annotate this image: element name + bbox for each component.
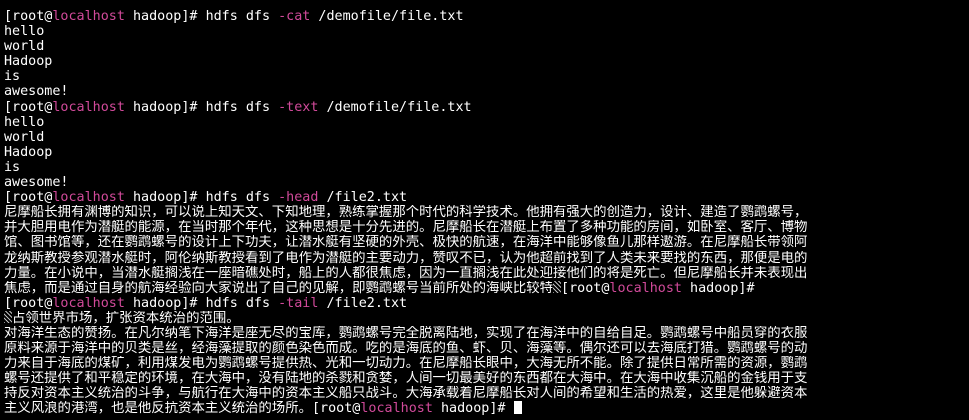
- output-text: 占领世界市场，扩张资本统治的范围。: [12, 310, 240, 326]
- prompt-open: [root@: [4, 190, 53, 206]
- command-text: hdfs dfs: [205, 9, 279, 24]
- output-line: 持反对资本主义统治的斗争，与航行在大海中的资本主义船只战斗。大海承载着尼摩船长对…: [4, 386, 808, 402]
- output-text: 焦虑，而是通过自身的航海经验向大家说出了自己的见解，即鹦鹉螺号当前所处的海峡比较…: [4, 280, 554, 296]
- output-line-with-prompt: 焦虑，而是通过自身的航海经验向大家说出了自己的见解，即鹦鹉螺号当前所处的海峡比较…: [4, 280, 969, 296]
- command-option: -cat: [278, 9, 311, 24]
- garbled-char-icon: [553, 280, 562, 293]
- output-line: awesome!: [4, 175, 69, 191]
- output-line: 并大胆用电作为潜艇的能源，在当时那个年代，这种思想是十分先进的。尼摩船长在潜艇上…: [4, 220, 808, 236]
- output-line: Hadoop: [4, 54, 53, 70]
- command-text: hdfs dfs: [205, 295, 279, 311]
- prompt-host: localhost: [52, 9, 125, 24]
- output-line: world: [4, 39, 45, 55]
- output-line: hello: [4, 24, 45, 40]
- prompt-host: localhost: [52, 190, 125, 206]
- output-line: is: [4, 159, 21, 175]
- prompt-open: [root@: [4, 295, 53, 311]
- output-line: 馆、图书馆等，还在鹦鹉螺号的设计上下功夫，让潜水艇有坚硬的外壳、极快的航速，在海…: [4, 235, 808, 251]
- prompt-line-head: [root@localhost hadoop]# hdfs dfs -head …: [4, 190, 969, 205]
- output-line: world: [4, 129, 45, 145]
- prompt-host: localhost: [360, 401, 433, 417]
- output-line: hello: [4, 114, 45, 130]
- prompt-open: [root@: [4, 9, 53, 24]
- output-line: 尼摩船长拥有渊博的知识，可以说上知天文、下知地理，熟练掌握那个时代的科学技术。他…: [4, 205, 808, 221]
- output-line: Hadoop: [4, 144, 53, 160]
- prompt-host: localhost: [52, 295, 125, 311]
- output-line: awesome!: [4, 84, 69, 100]
- prompt-line-cat: [root@localhost hadoop]# hdfs dfs -cat /…: [4, 9, 969, 24]
- prompt-open: [root@: [311, 401, 361, 417]
- prompt-line-text: [root@localhost hadoop]# hdfs dfs -text …: [4, 100, 969, 115]
- command-text: hdfs dfs: [205, 99, 279, 115]
- command-arg: /file2.txt: [318, 190, 408, 206]
- prompt-dir: hadoop]#: [124, 295, 206, 311]
- command-text: hdfs dfs: [205, 190, 279, 206]
- prompt-dir: hadoop]#: [124, 9, 206, 24]
- terminal-window[interactable]: [root@localhost hadoop]# hdfs dfs -cat /…: [0, 0, 969, 420]
- output-line-with-prompt: 主义风浪的港湾，也是他反抗资本主义统治的场所。[root@localhost h…: [4, 401, 969, 416]
- output-text: 主义风浪的港湾，也是他反抗资本主义统治的场所。: [4, 401, 312, 417]
- prompt-open: [root@: [4, 99, 53, 115]
- output-line: 力来自于海底的煤矿，利用煤发电为鹦鹉螺号提供热、光和一切动力。在尼摩船长眼中，大…: [4, 356, 808, 372]
- command-arg: /demofile/file.txt: [310, 9, 464, 24]
- output-line: is: [4, 69, 21, 85]
- output-line: 龙纳斯教授参观潜水艇时，阿伦纳斯教授看到了电作为潜艇的主要动力，赞叹不已，认为他…: [4, 250, 808, 266]
- command-option: -head: [278, 190, 319, 206]
- output-line: 对海洋生态的赞扬。在凡尔纳笔下海洋是座无尽的宝库，鹦鹉螺号完全脱离陆地，实现了在…: [4, 325, 808, 341]
- prompt-host: localhost: [52, 99, 125, 115]
- prompt-dir: hadoop]#: [124, 99, 206, 115]
- output-line: 占领世界市场，扩张资本统治的范围。: [4, 310, 969, 326]
- command-option: -tail: [278, 295, 319, 311]
- prompt-line-tail: [root@localhost hadoop]# hdfs dfs -tail …: [4, 296, 969, 311]
- output-line: 原料来源于海洋中的贝类是丝，经海藻提取的颜色染色而成。吃的是海底的鱼、虾、贝、海…: [4, 341, 808, 357]
- prompt-dir: hadoop]#: [432, 401, 514, 417]
- prompt-dir: hadoop]#: [681, 280, 763, 296]
- prompt-open: [root@: [561, 280, 610, 296]
- output-line: 力量。在小说中，当潜水艇搁浅在一座暗礁处时，船上的人都很焦虑，因为一直搁浅在此处…: [4, 265, 808, 281]
- terminal-cursor[interactable]: [513, 401, 522, 415]
- command-arg: /file2.txt: [318, 295, 408, 311]
- prompt-host: localhost: [609, 280, 682, 296]
- command-arg: /demofile/file.txt: [318, 99, 472, 115]
- garbled-char-icon: [4, 310, 12, 323]
- command-option: -text: [278, 99, 319, 115]
- output-line: 螺号还提供了和平稳定的环境，在大海中，没有陆地的杀戮和贪婪，人间一切最美好的东西…: [4, 371, 808, 387]
- prompt-dir: hadoop]#: [124, 190, 206, 206]
